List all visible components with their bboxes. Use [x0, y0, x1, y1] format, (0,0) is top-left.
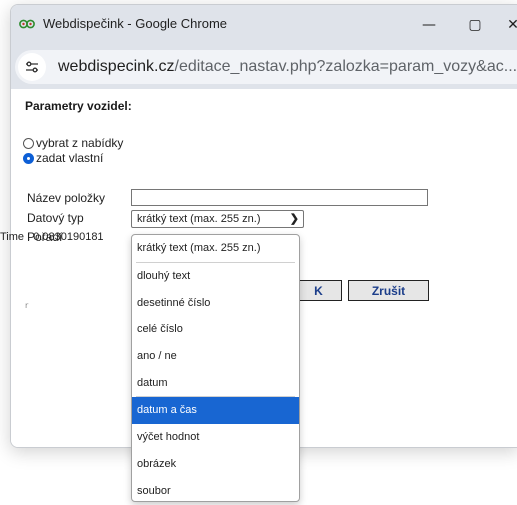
close-icon: ✕ [507, 17, 517, 33]
url-domain: webdispecink.cz [58, 58, 175, 75]
dropdown-option-image[interactable]: obrázek [132, 451, 299, 478]
data-type-dropdown-list: krátký text (max. 255 zn.) dlouhý text d… [131, 234, 300, 502]
data-type-select[interactable]: krátký text (max. 255 zn.) ❯ [131, 210, 304, 228]
ok-button[interactable]: K [295, 280, 342, 301]
small-mark: r [25, 301, 29, 310]
webdispecink-app-icon [19, 19, 35, 29]
radio-button[interactable] [23, 137, 34, 149]
site-settings-icon [26, 61, 38, 73]
radio-label: vybrat z nabídky [36, 136, 124, 150]
dropdown-option-date[interactable]: datum [132, 369, 299, 396]
site-info-button[interactable] [18, 53, 46, 81]
minimize-button[interactable]: — [406, 5, 452, 45]
dropdown-option-long-text[interactable]: dlouhý text [132, 263, 299, 290]
time-readout: Time : 0.0830190181 [0, 231, 104, 243]
dropdown-option-short-text[interactable]: krátký text (max. 255 zn.) [132, 235, 299, 262]
address-bar: webdispecink.cz/editace_nastav.php?zaloz… [11, 45, 517, 89]
close-button[interactable]: ✕ [498, 5, 517, 45]
select-value: krátký text (max. 255 zn.) [137, 213, 261, 225]
chevron-down-icon: ❯ [289, 213, 299, 225]
dropdown-option-enum[interactable]: výčet hodnot [132, 424, 299, 451]
cancel-button[interactable]: Zrušit [348, 280, 429, 301]
url-text: webdispecink.cz/editace_nastav.php?zaloz… [58, 58, 517, 76]
radio-enter-custom[interactable]: zadat vlastní [23, 151, 103, 165]
dropdown-option-yes-no[interactable]: ano / ne [132, 343, 299, 370]
label-item-name: Název položky [27, 191, 106, 205]
maximize-icon: ▢ [468, 17, 482, 33]
title-bar: Webdispečink - Google Chrome — ▢ ✕ [11, 5, 517, 45]
url-path: /editace_nastav.php?zalozka=param_vozy&a… [174, 58, 517, 75]
dropdown-option-integer[interactable]: celé číslo [132, 316, 299, 343]
page-heading: Parametry vozidel: [25, 99, 132, 113]
url-field[interactable]: webdispecink.cz/editace_nastav.php?zaloz… [15, 50, 517, 84]
dropdown-option-datetime[interactable]: datum a čas [132, 397, 299, 424]
maximize-button[interactable]: ▢ [452, 5, 498, 45]
dropdown-option-file[interactable]: soubor [132, 477, 299, 501]
radio-button-checked[interactable] [23, 152, 34, 164]
radio-choose-from-menu[interactable]: vybrat z nabídky [23, 136, 123, 150]
item-name-input[interactable] [131, 189, 428, 206]
window-title: Webdispečink - Google Chrome [43, 16, 228, 31]
minimize-icon: — [422, 17, 436, 33]
dropdown-option-decimal[interactable]: desetinné číslo [132, 289, 299, 316]
label-data-type: Datový typ [27, 211, 84, 225]
radio-label: zadat vlastní [36, 151, 104, 165]
